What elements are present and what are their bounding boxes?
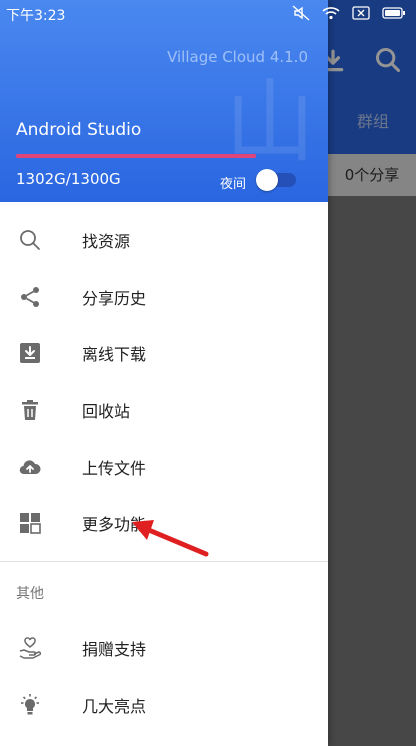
menu-item-label: 上传文件	[82, 458, 147, 478]
night-mode-label: 夜间	[220, 177, 247, 192]
storage-quota-text: 1302G/1300G	[16, 170, 121, 188]
search-icon	[20, 230, 40, 251]
annotation-arrow-icon	[132, 520, 209, 557]
cloud-upload-icon	[19, 460, 41, 474]
menu-item-highlights[interactable]: 几大亮点	[0, 677, 328, 734]
navigation-drawer: Village Cloud 4.1.0 山 Android Studio 130…	[0, 0, 328, 746]
drawer-header: Village Cloud 4.1.0 山 Android Studio 130…	[0, 0, 328, 202]
menu-item-label: 离线下载	[82, 345, 147, 365]
menu-item-donate[interactable]: 捐赠支持	[0, 620, 328, 677]
no-sim-icon	[352, 6, 370, 20]
section-label-other: 其他	[16, 586, 44, 602]
status-time: 下午3:23	[6, 8, 66, 24]
status-icons	[292, 5, 406, 21]
lightbulb-icon	[21, 693, 39, 715]
grid-icon	[20, 513, 41, 535]
storage-quota-bar	[16, 154, 256, 158]
battery-icon	[382, 7, 405, 19]
share-icon	[21, 286, 39, 307]
app-version: Village Cloud 4.1.0	[167, 48, 308, 66]
menu-item-offline-download[interactable]: 离线下载	[0, 325, 328, 382]
menu-item-recycle-bin[interactable]: 回收站	[0, 382, 328, 439]
donate-hand-heart-icon	[19, 637, 42, 660]
download-icon	[20, 343, 40, 364]
menu-item-label: 几大亮点	[82, 696, 147, 716]
status-bar: 下午3:23	[0, 0, 416, 28]
menu-item-upload-file[interactable]: 上传文件	[0, 438, 328, 495]
menu-item-label: 分享历史	[82, 288, 147, 308]
wifi-icon	[322, 7, 340, 20]
storage-quota-fill	[16, 154, 256, 158]
profile-name[interactable]: Android Studio	[16, 120, 141, 140]
menu-item-share-history[interactable]: 分享历史	[0, 269, 328, 326]
menu-item-label: 回收站	[82, 402, 131, 422]
mute-icon	[292, 5, 310, 21]
drawer-menu-other: 捐赠支持 几大亮点	[0, 620, 328, 733]
menu-item-label: 捐赠支持	[82, 640, 147, 660]
menu-item-find-resources[interactable]: 找资源	[0, 212, 328, 269]
night-mode-toggle[interactable]	[256, 169, 296, 191]
menu-item-label: 找资源	[82, 232, 131, 252]
trash-icon	[22, 400, 38, 421]
